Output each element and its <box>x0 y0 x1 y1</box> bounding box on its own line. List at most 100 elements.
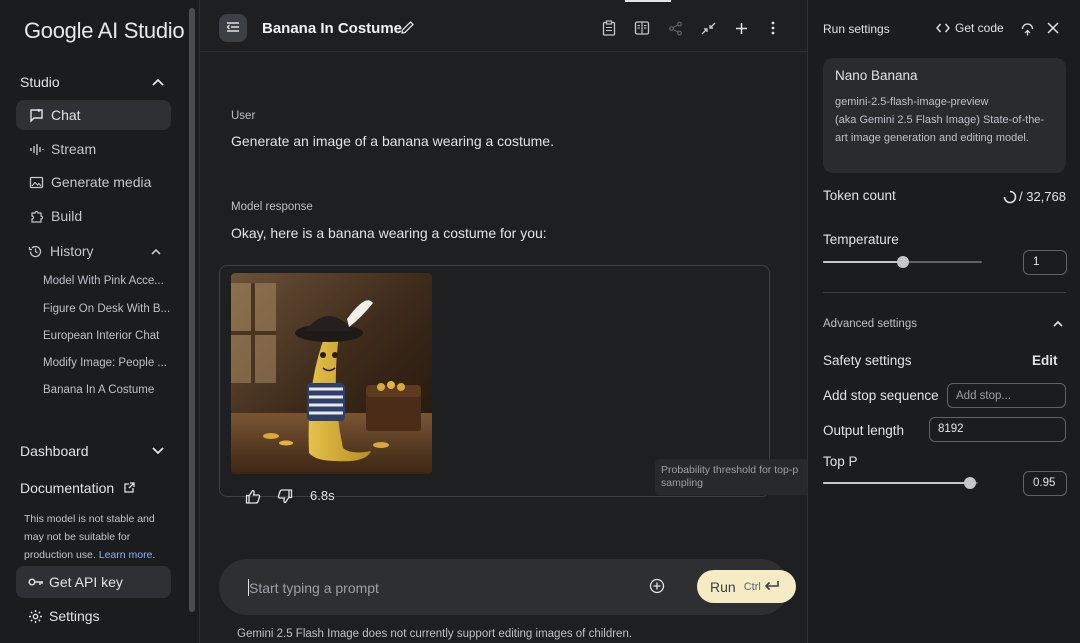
slider-fill <box>823 261 903 263</box>
external-link-icon <box>122 481 136 495</box>
sidebar-item-label: Chat <box>51 107 81 123</box>
model-role-label: Model response <box>231 201 313 213</box>
model-description: (aka Gemini 2.5 Flash Image) State-of-th… <box>835 114 1045 144</box>
compress-icon[interactable] <box>699 19 717 37</box>
run-settings-panel: Run settings Get code Nano Banana gemini… <box>807 0 1080 643</box>
output-length-label: Output length <box>823 423 905 438</box>
key-icon <box>28 576 44 588</box>
dashboard-section-header[interactable]: Dashboard <box>20 443 165 459</box>
sidebar-item-history[interactable]: History <box>28 240 163 262</box>
token-count-label: Token count <box>823 188 896 203</box>
menu-collapse-icon <box>226 21 240 36</box>
studio-section-label: Studio <box>20 74 60 90</box>
gear-icon <box>28 609 43 624</box>
toggle-sidebar-button[interactable] <box>219 14 247 42</box>
top-p-label: Top P <box>823 454 858 469</box>
top-p-tooltip: Probability threshold for top-p sampling <box>655 459 815 495</box>
get-code-label: Get code <box>955 21 1004 35</box>
thumbs-down-icon[interactable] <box>276 487 294 505</box>
top-p-slider[interactable] <box>823 475 978 491</box>
user-role-label: User <box>231 110 256 122</box>
stop-sequence-input[interactable] <box>947 383 1066 408</box>
sidebar-item-chat[interactable]: Chat <box>16 100 171 130</box>
reset-settings-icon[interactable] <box>1019 20 1035 36</box>
user-message: Generate an image of a banana wearing a … <box>231 133 554 149</box>
settings-label: Settings <box>49 608 100 624</box>
compare-icon[interactable] <box>633 19 651 37</box>
response-time: 6.8s <box>310 488 335 503</box>
model-id: gemini-2.5-flash-image-preview <box>835 96 989 108</box>
slider-fill <box>823 482 970 484</box>
close-icon[interactable] <box>1045 20 1061 36</box>
stop-sequence-label: Add stop sequence <box>823 388 939 403</box>
settings-link[interactable]: Settings <box>28 608 100 624</box>
documentation-label: Documentation <box>20 480 115 496</box>
disclaimer-text: Gemini 2.5 Flash Image does not currentl… <box>237 628 633 640</box>
history-item[interactable]: Banana In A Costume <box>43 384 171 396</box>
sidebar-item-stream[interactable]: Stream <box>16 134 171 164</box>
slider-thumb[interactable] <box>964 477 976 489</box>
token-count-value: / 32,768 <box>1003 189 1066 204</box>
history-label: History <box>50 243 94 259</box>
add-circle-icon[interactable] <box>649 578 667 596</box>
pencil-icon[interactable] <box>400 20 416 36</box>
stream-icon <box>28 141 44 157</box>
learn-more-link[interactable]: Learn more. <box>99 549 156 561</box>
history-item[interactable]: Figure On Desk With B... <box>43 303 171 315</box>
add-icon[interactable] <box>732 19 750 37</box>
sidebar-item-build[interactable]: Build <box>16 201 171 231</box>
sidebar-scrollbar[interactable] <box>189 8 195 612</box>
get-api-key-label: Get API key <box>49 574 123 590</box>
documentation-link[interactable]: Documentation <box>20 480 140 496</box>
thumbs-up-icon[interactable] <box>244 487 262 505</box>
generated-image[interactable] <box>231 273 432 474</box>
app-logo[interactable]: Google AI Studio <box>24 18 185 44</box>
studio-section-header[interactable]: Studio <box>20 74 165 90</box>
advanced-settings-label: Advanced settings <box>823 318 917 330</box>
chevron-up-icon <box>149 244 163 258</box>
panel-title: Run settings <box>823 22 890 36</box>
chevron-up-icon <box>151 75 165 89</box>
chat-icon <box>28 107 44 123</box>
run-label: Run <box>710 578 736 595</box>
prompt-input[interactable] <box>249 578 629 598</box>
token-count-text: / 32,768 <box>1019 189 1066 204</box>
sidebar-item-label: Stream <box>51 141 97 157</box>
page-title: Banana In Costume <box>262 20 403 37</box>
chevron-down-icon <box>151 444 165 458</box>
get-api-key-button[interactable]: Get API key <box>16 566 171 598</box>
slider-thumb[interactable] <box>897 256 909 268</box>
window-indicator <box>625 0 671 2</box>
history-item[interactable]: Modify Image: People ... <box>43 357 171 369</box>
stability-note: This model is not stable and may not be … <box>24 510 174 564</box>
temperature-slider[interactable] <box>823 254 982 270</box>
progress-spinner-icon <box>1003 190 1017 204</box>
run-button[interactable]: Run Ctrl <box>697 570 796 603</box>
more-vert-icon[interactable] <box>764 19 782 37</box>
enter-key-icon <box>764 579 780 594</box>
history-icon <box>28 243 44 259</box>
get-code-button[interactable]: Get code <box>936 21 1004 35</box>
prompt-bar: Run Ctrl <box>219 559 796 615</box>
temperature-label: Temperature <box>823 232 899 247</box>
section-divider <box>823 292 1066 293</box>
output-length-input[interactable]: 8192 <box>929 417 1066 442</box>
safety-edit-button[interactable]: Edit <box>1032 353 1058 368</box>
advanced-settings-header[interactable]: Advanced settings <box>823 318 1063 330</box>
top-p-input[interactable]: 0.95 <box>1023 471 1067 496</box>
left-sidebar: Google AI Studio Studio Chat Stream Gene… <box>0 0 200 643</box>
history-item[interactable]: European Interior Chat <box>43 330 171 342</box>
clipboard-icon[interactable] <box>600 19 618 37</box>
temperature-input[interactable]: 1 <box>1023 250 1067 275</box>
history-item[interactable]: Model With Pink Acce... <box>43 275 171 287</box>
model-selector-card[interactable]: Nano Banana gemini-2.5-flash-image-previ… <box>823 58 1066 173</box>
code-icon <box>936 23 950 33</box>
generate-media-icon <box>28 174 44 190</box>
top-toolbar: Banana In Costume <box>200 0 807 52</box>
shortcut-label: Ctrl <box>743 580 761 593</box>
share-icon[interactable] <box>666 19 684 37</box>
model-name: Nano Banana <box>835 68 918 83</box>
sidebar-item-generate-media[interactable]: Generate media <box>16 167 171 197</box>
chat-main: Banana In Costume User Generate an image… <box>200 0 815 643</box>
sidebar-item-label: Generate media <box>51 174 152 190</box>
